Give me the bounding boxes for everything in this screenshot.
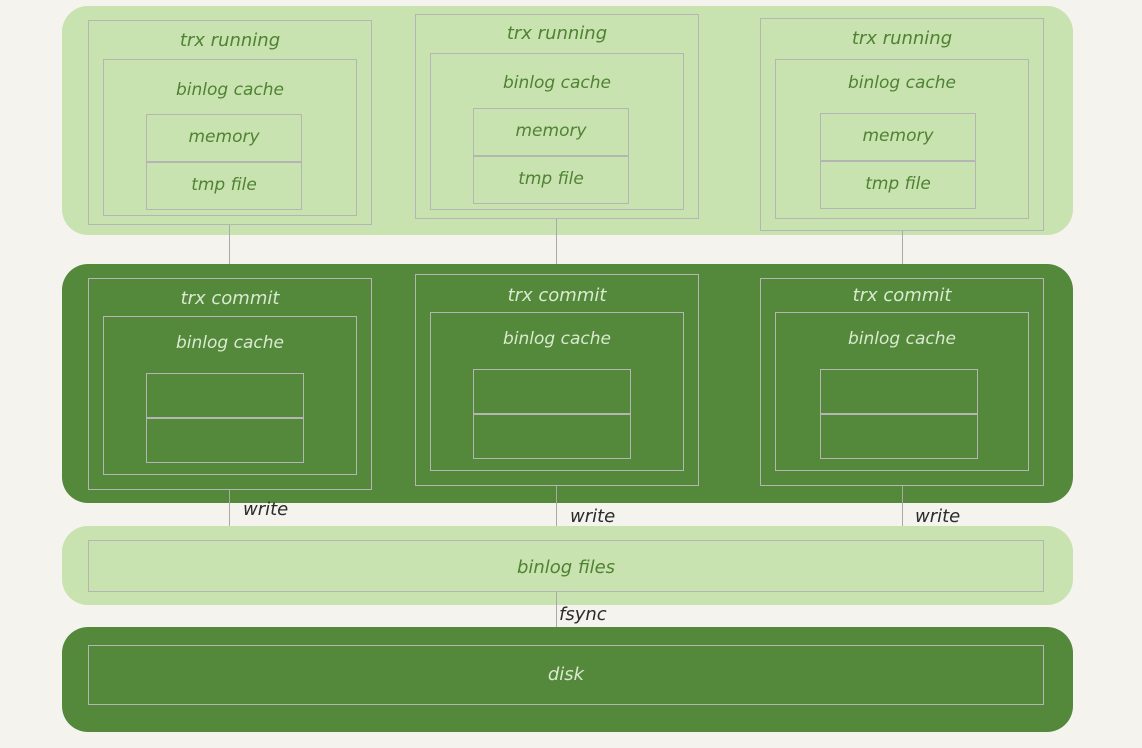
arrow-running-to-commit-2 (556, 219, 557, 269)
commit-tmp-file-slot-2 (473, 414, 631, 459)
commit-binlog-cache-label-1: binlog cache (176, 333, 284, 353)
arrow-running-to-commit-1 (229, 225, 230, 269)
trx-commit-label-2: trx commit (507, 285, 607, 306)
binlog-files-label: binlog files (516, 557, 616, 578)
trx-commit-label-1: trx commit (180, 288, 280, 309)
commit-memory-slot-3 (820, 369, 978, 414)
edge-label-write-2: write (570, 506, 616, 527)
memory-slot-label-3: memory (862, 126, 934, 146)
tmp-file-slot-label-1: tmp file (191, 175, 257, 195)
trx-running-label-1: trx running (179, 30, 281, 51)
commit-memory-slot-1 (146, 373, 304, 418)
commit-binlog-cache-label-2: binlog cache (503, 329, 611, 349)
memory-slot-label-2: memory (515, 121, 587, 141)
binlog-cache-label-2: binlog cache (503, 73, 611, 93)
edge-label-write-1: write (243, 499, 289, 520)
trx-commit-label-3: trx commit (852, 285, 952, 306)
commit-memory-slot-2 (473, 369, 631, 414)
commit-tmp-file-slot-3 (820, 414, 978, 459)
commit-binlog-cache-label-3: binlog cache (848, 329, 956, 349)
trx-running-label-2: trx running (506, 23, 608, 44)
binlog-cache-label-3: binlog cache (848, 73, 956, 93)
tmp-file-slot-label-3: tmp file (865, 174, 931, 194)
commit-tmp-file-slot-1 (146, 418, 304, 463)
tmp-file-slot-label-2: tmp file (518, 169, 584, 189)
edge-label-write-3: write (915, 506, 961, 527)
edge-label-fsync: fsync (559, 604, 607, 625)
trx-running-label-3: trx running (851, 28, 953, 49)
diagram-canvas: trx running binlog cache memory tmp file… (0, 0, 1142, 748)
binlog-cache-label-1: binlog cache (176, 80, 284, 100)
memory-slot-label-1: memory (188, 127, 260, 147)
disk-label: disk (547, 664, 585, 685)
